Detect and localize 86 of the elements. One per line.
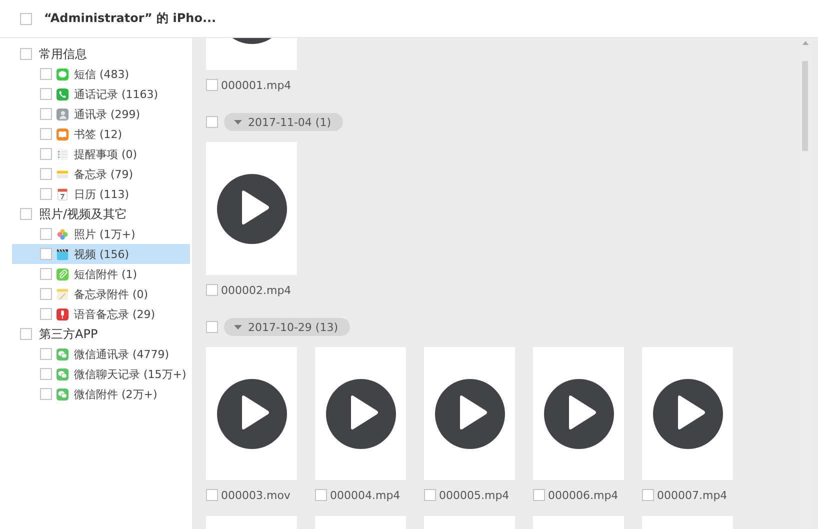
play-icon <box>216 174 286 244</box>
file-name: 000003.mov <box>221 488 290 502</box>
scroll-up-icon[interactable] <box>802 41 808 45</box>
checkbox[interactable] <box>642 489 654 501</box>
checkbox[interactable] <box>40 388 52 400</box>
file-name: 000007.mp4 <box>657 488 728 502</box>
sidebar-item[interactable]: 备忘录 (79) <box>0 164 192 184</box>
play-icon <box>216 378 286 448</box>
checkbox[interactable] <box>40 128 52 140</box>
play-icon <box>652 378 722 448</box>
contacts-icon <box>56 108 69 120</box>
checkbox[interactable] <box>424 489 436 501</box>
checkbox[interactable] <box>40 108 52 120</box>
file-name: 000002.mp4 <box>221 284 292 296</box>
category-label[interactable]: 第三方APP <box>39 326 98 342</box>
checkbox[interactable] <box>533 489 545 501</box>
checkbox[interactable] <box>20 12 32 24</box>
list-icon <box>56 148 69 160</box>
category-label[interactable]: 常用信息 <box>39 46 87 62</box>
checkbox[interactable] <box>40 68 52 80</box>
mic-icon <box>56 308 69 320</box>
video-icon <box>56 248 69 260</box>
sidebar-item[interactable]: 备忘录附件 (0) <box>0 284 192 304</box>
date-group-toggle[interactable]: 2017-10-29 (13) <box>224 318 350 336</box>
file-name: 000001.mp4 <box>221 78 292 92</box>
chat-icon <box>56 368 69 380</box>
sidebar-item[interactable]: 微信附件 (2万+) <box>0 384 192 404</box>
sidebar-item[interactable]: 提醒事项 (0) <box>0 144 192 164</box>
photos-icon <box>56 228 69 240</box>
checkbox[interactable] <box>20 208 32 220</box>
clip-icon <box>56 268 69 280</box>
play-icon <box>544 378 614 448</box>
sidebar-item[interactable]: 书签 (12) <box>0 124 192 144</box>
checkbox[interactable] <box>40 348 52 360</box>
checkbox[interactable] <box>206 321 218 333</box>
chat-icon <box>56 388 69 400</box>
video-thumbnail[interactable] <box>533 347 624 480</box>
play-icon <box>434 378 504 448</box>
play-icon <box>326 378 396 448</box>
calendar-icon <box>56 188 69 200</box>
video-thumbnail[interactable] <box>206 38 297 70</box>
checkbox[interactable] <box>40 88 52 100</box>
checkbox[interactable] <box>206 116 218 128</box>
checkbox[interactable] <box>40 168 52 180</box>
sidebar-item[interactable]: 短信附件 (1) <box>0 264 192 284</box>
checkbox[interactable] <box>206 489 218 501</box>
category-label[interactable]: 照片/视频及其它 <box>39 206 128 222</box>
video-thumbnail[interactable] <box>315 347 406 480</box>
checkbox[interactable] <box>40 368 52 380</box>
sidebar-item[interactable]: 微信聊天记录 (15万+) <box>0 364 192 384</box>
phone-icon <box>56 88 69 100</box>
video-thumbnail[interactable] <box>206 347 297 480</box>
device-title: “Administrator” 的 iPho... <box>44 10 216 27</box>
checkbox[interactable] <box>40 288 52 300</box>
checkbox[interactable] <box>40 308 52 320</box>
book-icon <box>56 128 69 140</box>
file-name: 000006.mp4 <box>548 488 618 502</box>
video-thumbnail[interactable] <box>206 142 297 275</box>
sidebar-item[interactable]: 通讯录 (299) <box>0 104 192 124</box>
sidebar-item[interactable]: 语音备忘录 (29) <box>0 304 192 324</box>
checkbox[interactable] <box>206 284 218 296</box>
checkbox[interactable] <box>40 188 52 200</box>
file-name: 000005.mp4 <box>439 488 510 502</box>
date-group-toggle[interactable]: 2017-11-04 (1) <box>224 113 344 131</box>
sidebar-item[interactable]: 微信通讯录 (4779) <box>0 344 192 364</box>
message-icon <box>56 68 69 80</box>
checkbox[interactable] <box>40 268 52 280</box>
sidebar-item[interactable]: 照片 (1万+) <box>0 224 192 244</box>
checkbox[interactable] <box>206 79 218 91</box>
video-thumbnail[interactable] <box>424 347 515 480</box>
file-name: 000004.mp4 <box>330 488 400 502</box>
notepad-icon <box>56 288 69 300</box>
checkbox[interactable] <box>315 489 327 501</box>
sidebar-item[interactable]: 通话记录 (1163) <box>0 84 192 104</box>
checkbox[interactable] <box>20 328 32 340</box>
checkbox[interactable] <box>40 148 52 160</box>
chat-icon <box>56 348 69 360</box>
caret-icon <box>234 324 242 330</box>
caret-icon <box>234 120 242 124</box>
sidebar-item[interactable]: 视频 (156) <box>12 244 190 264</box>
sidebar-item[interactable]: 短信 (483) <box>0 64 192 84</box>
checkbox[interactable] <box>40 228 52 240</box>
video-thumbnail[interactable] <box>642 347 733 480</box>
checkbox[interactable] <box>20 48 32 60</box>
sidebar-item[interactable]: 日历 (113) <box>0 184 192 204</box>
checkbox[interactable] <box>40 248 52 260</box>
